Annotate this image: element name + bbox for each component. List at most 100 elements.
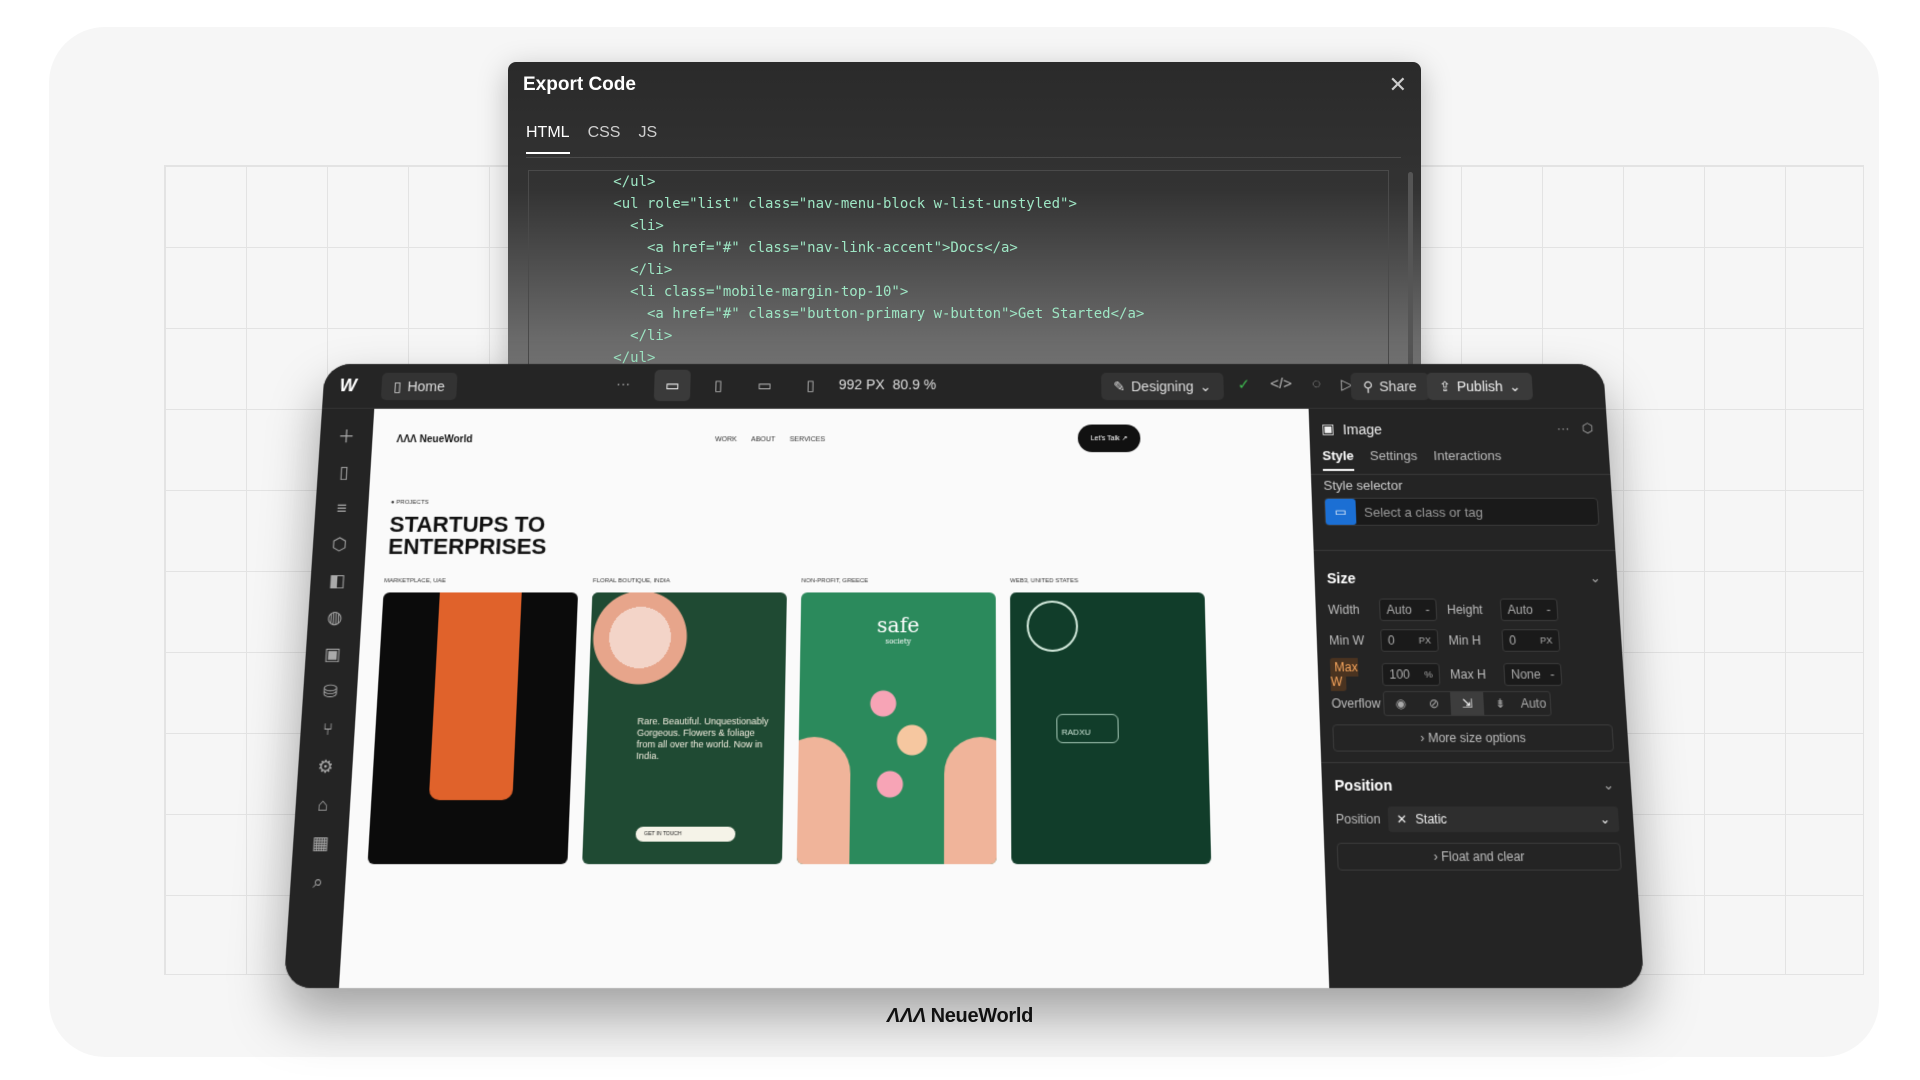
mobile-landscape-icon[interactable]: ▭ <box>746 370 783 401</box>
maxw-field[interactable]: 100% <box>1381 663 1441 686</box>
project-card[interactable]: FLORAL BOUTIQUE, INDIA Rare. Beautiful. … <box>582 578 787 865</box>
card-image[interactable]: Rare. Beautiful. Unquestionably Gorgeous… <box>582 592 787 865</box>
nav-link-work[interactable]: WORK <box>715 436 737 443</box>
card-image[interactable] <box>367 592 579 865</box>
publish-button[interactable]: ⇪ Publish ⌄ <box>1426 372 1534 401</box>
maxh-label: Max H <box>1449 667 1487 682</box>
card-image[interactable]: safe society <box>796 592 997 865</box>
width-value: Auto <box>1386 602 1413 617</box>
maxh-field[interactable]: None - <box>1503 663 1563 686</box>
style-manager-icon[interactable]: ◧ <box>328 571 346 591</box>
card-button[interactable]: GET IN TOUCH <box>635 826 736 842</box>
components-icon[interactable]: ⬡ <box>331 535 347 555</box>
nav-link-about[interactable]: ABOUT <box>751 436 775 443</box>
tablet-breakpoint-icon[interactable]: ▯ <box>700 370 737 401</box>
mobile-portrait-icon[interactable]: ▯ <box>792 370 829 401</box>
card-artwork <box>860 674 935 822</box>
export-tabs: HTML CSS JS <box>526 124 657 154</box>
selector-icon: ▭ <box>1324 498 1357 525</box>
tab-css[interactable]: CSS <box>588 124 621 154</box>
toolbar-icons: ✓ </> ◌ ▷ <box>1237 376 1353 394</box>
divider <box>1321 762 1630 764</box>
comment-icon[interactable]: ◌ <box>1312 376 1322 394</box>
cms-icon[interactable]: ⛁ <box>322 682 338 703</box>
chevron-down-icon[interactable]: ⌄ <box>1602 777 1614 794</box>
check-circle-icon[interactable]: ✓ <box>1237 376 1250 394</box>
search-icon[interactable]: ⌕ <box>312 872 323 894</box>
pages-icon[interactable]: ▯ <box>339 463 350 483</box>
code-line: <a href="#" class="button-primary w-butt… <box>529 306 1145 322</box>
position-select[interactable]: ✕ Static ⌄ <box>1387 806 1620 833</box>
minh-field[interactable]: 0 PX <box>1501 629 1561 652</box>
share-button[interactable]: ⚲ Share <box>1350 372 1430 401</box>
selected-element-header: ▣ Image <box>1321 421 1382 438</box>
site-cta-button[interactable]: Let's Talk ↗ <box>1077 424 1141 453</box>
code-line: <li> <box>529 218 664 234</box>
chevron-down-icon: ⌄ <box>1508 378 1522 394</box>
tab-interactions[interactable]: Interactions <box>1433 448 1502 471</box>
size-row-max: Max W 100% Max H None - <box>1329 657 1610 692</box>
code-icon[interactable]: </> <box>1270 376 1292 394</box>
card-image[interactable]: RADXU <box>1010 592 1212 865</box>
chevron-down-icon[interactable]: ⌄ <box>1589 570 1601 586</box>
scrollbar[interactable] <box>1408 172 1413 372</box>
float-and-clear-button[interactable]: › Float and clear <box>1336 842 1622 871</box>
assets-icon[interactable]: ▣ <box>324 645 342 666</box>
users-icon[interactable]: ⚙ <box>317 757 334 778</box>
overflow-hidden-icon[interactable]: ⊘ <box>1417 692 1451 715</box>
logic-icon[interactable]: ⑂ <box>322 719 334 740</box>
style-selector-input[interactable]: ▭ Select a class or tag <box>1323 497 1600 526</box>
tab-settings[interactable]: Settings <box>1370 448 1418 471</box>
navigator-icon[interactable]: ≡ <box>336 499 347 519</box>
overflow-visible-icon[interactable]: ◉ <box>1384 692 1418 715</box>
site-headline[interactable]: STARTUPS TO ENTERPRISES <box>388 512 594 559</box>
card-artwork <box>428 592 522 801</box>
card-artwork <box>796 736 851 865</box>
add-icon[interactable]: ＋ <box>337 423 356 448</box>
more-size-options-button[interactable]: › More size options <box>1332 724 1615 752</box>
project-card[interactable]: NON-PROFIT, GREECE safe society <box>796 578 997 865</box>
site-nav: WORK ABOUT SERVICES <box>715 436 825 443</box>
overflow-label: Overflow <box>1331 696 1381 711</box>
overflow-scroll-icon[interactable]: ⇲ <box>1450 692 1485 715</box>
height-field[interactable]: Auto - <box>1499 598 1559 622</box>
ecommerce-icon[interactable]: ⌂ <box>317 795 329 816</box>
minw-field[interactable]: 0 PX <box>1380 629 1439 652</box>
more-icon[interactable]: ··· <box>1556 421 1570 437</box>
tab-js[interactable]: JS <box>638 124 657 154</box>
overflow-clip-icon[interactable]: ⇟ <box>1483 692 1517 715</box>
close-icon: ✕ <box>1396 811 1408 827</box>
project-card[interactable]: MARKETPLACE, UAE <box>367 578 579 865</box>
desktop-breakpoint-icon[interactable]: ▭ <box>653 369 691 402</box>
code-viewer[interactable]: </ul> <ul role="list" class="nav-menu-bl… <box>528 170 1389 382</box>
mode-dropdown[interactable]: ✎ Designing ⌄ <box>1101 372 1224 401</box>
overflow-auto-option[interactable]: Auto <box>1516 692 1550 715</box>
size-section-title[interactable]: Size <box>1327 570 1356 586</box>
more-icon[interactable]: ··· <box>616 376 631 392</box>
apps-icon[interactable]: ▦ <box>311 833 329 854</box>
minh-unit: PX <box>1539 635 1553 646</box>
minh-value: 0 <box>1508 633 1517 648</box>
tab-html[interactable]: HTML <box>526 124 570 154</box>
webflow-logo-icon[interactable]: W <box>339 376 357 396</box>
variables-icon[interactable]: ◍ <box>327 608 343 628</box>
image-icon: ▣ <box>1321 420 1336 437</box>
top-toolbar: W ▯ Home ··· ▭ ▯ ▭ ▯ 992 PX 80.9 % ✎ Des… <box>322 364 1606 409</box>
divider <box>1310 473 1611 475</box>
tab-style[interactable]: Style <box>1322 448 1355 471</box>
close-icon[interactable]: ✕ <box>1389 72 1407 98</box>
design-canvas[interactable]: ΛΛΛ NeueWorld WORK ABOUT SERVICES Let's … <box>338 408 1330 989</box>
component-icon[interactable]: ⬡ <box>1581 421 1593 437</box>
neueworld-mark-icon: ΛΛΛ <box>396 434 418 446</box>
position-section-title[interactable]: Position <box>1334 777 1392 794</box>
nav-link-services[interactable]: SERVICES <box>789 436 825 443</box>
site-logo[interactable]: ΛΛΛ NeueWorld <box>396 434 473 445</box>
width-field[interactable]: Auto - <box>1378 598 1438 622</box>
project-card[interactable]: WEB3, UNITED STATES RADXU <box>1010 578 1212 865</box>
float-and-clear-label: Float and clear <box>1440 849 1526 865</box>
publish-label: Publish <box>1456 378 1504 395</box>
size-row-dimensions: Width Auto - Height Auto - <box>1328 598 1606 622</box>
canvas-dimensions: 992 PX 80.9 % <box>839 377 937 393</box>
card-caption: FLORAL BOUTIQUE, INDIA <box>592 578 671 585</box>
page-selector-button[interactable]: ▯ Home <box>380 372 458 401</box>
